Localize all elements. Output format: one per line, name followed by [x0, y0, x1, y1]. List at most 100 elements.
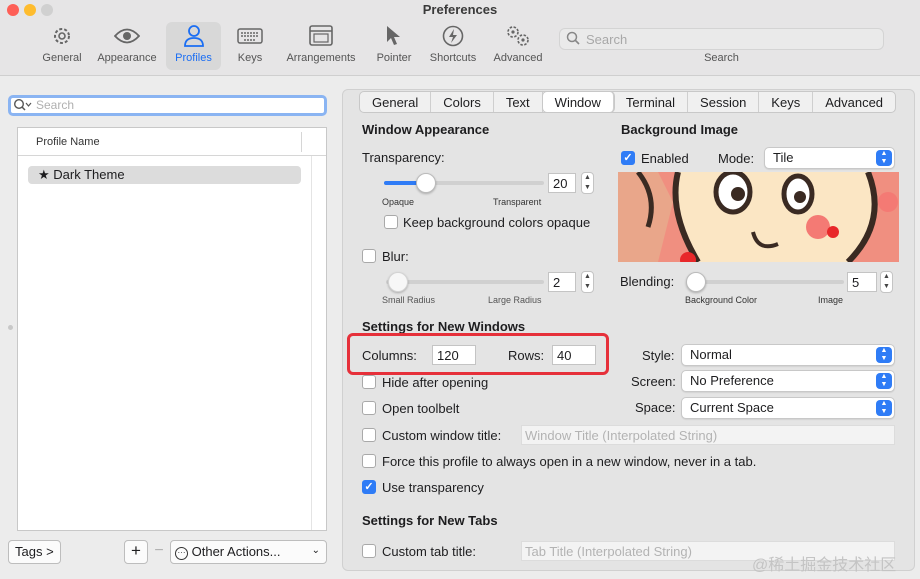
toolbar-shortcuts-label: Shortcuts [429, 52, 477, 64]
toolbar-advanced[interactable]: Advanced [490, 22, 546, 70]
toolbar-shortcuts[interactable]: Shortcuts [424, 22, 482, 70]
settings-tab-bar: General Colors Text Window Terminal Sess… [359, 91, 897, 113]
toolbar-keys[interactable]: Keys [230, 22, 270, 70]
other-actions-popup[interactable]: ··· Other Actions... ⌄ [170, 540, 327, 564]
profile-name-column-header[interactable]: Profile Name [18, 128, 326, 156]
window-appearance-title: Window Appearance [362, 122, 490, 137]
blending-slider-knob[interactable] [686, 272, 706, 292]
star-icon: ★ [38, 167, 50, 182]
profile-row-name: Dark Theme [53, 167, 125, 182]
transparency-stepper[interactable]: ▲ ▼ [581, 172, 594, 194]
blending-label: Blending: [620, 274, 675, 289]
style-label: Style: [642, 348, 675, 363]
bolt-icon [424, 22, 482, 50]
new-windows-title: Settings for New Windows [362, 319, 526, 334]
chevron-updown-icon: ▲ ▼ [876, 400, 892, 416]
toolbar-profiles[interactable]: Profiles [166, 22, 221, 70]
tab-terminal[interactable]: Terminal [614, 92, 689, 112]
blur-value-field[interactable]: 2 [548, 272, 576, 292]
image-label: Image [818, 295, 844, 305]
background-image-preview [618, 172, 899, 262]
screen-label: Screen: [631, 374, 676, 389]
profile-row[interactable]: ★ Dark Theme [28, 166, 301, 184]
add-profile-button[interactable]: + [124, 540, 148, 564]
blending-value-field[interactable]: 5 [847, 272, 877, 292]
profile-search-input[interactable]: Search [8, 95, 327, 116]
tab-keys[interactable]: Keys [759, 92, 814, 112]
style-popup[interactable]: Normal ▲ ▼ [681, 344, 895, 366]
chevron-down-icon: ⌄ [311, 545, 320, 556]
transparency-slider[interactable] [384, 181, 544, 185]
search-icon [566, 31, 580, 48]
person-icon [166, 22, 221, 50]
transparency-value-field[interactable]: 20 [548, 173, 576, 193]
blur-stepper[interactable]: ▲ ▼ [581, 271, 594, 293]
search-filter-icon [13, 98, 33, 115]
tab-colors[interactable]: Colors [431, 92, 494, 112]
tab-advanced[interactable]: Advanced [813, 92, 895, 112]
toolbar-arrangements[interactable]: Arrangements [280, 22, 362, 70]
blending-stepper[interactable]: ▲ ▼ [880, 271, 893, 293]
toolbar-profiles-label: Profiles [175, 52, 212, 64]
remove-profile-label: − [154, 542, 164, 559]
other-actions-label: Other Actions... [191, 544, 281, 559]
toolbar-search-placeholder: Search [586, 32, 628, 47]
chevron-updown-icon: ▲ ▼ [876, 373, 892, 389]
column-divider [301, 132, 302, 152]
profile-list: Profile Name ★ Dark Theme [17, 127, 327, 531]
tags-button[interactable]: Tags > [8, 540, 61, 564]
more-circle-icon: ··· [175, 547, 188, 560]
watermark-text: @稀土掘金技术社区 [752, 557, 897, 574]
window-icon [280, 22, 362, 50]
tab-text[interactable]: Text [494, 92, 543, 112]
tab-session[interactable]: Session [688, 92, 760, 112]
keep-bg-opaque-label: Keep background colors opaque [403, 215, 591, 230]
space-popup-value: Current Space [690, 400, 774, 415]
open-toolbelt-label: Open toolbelt [382, 401, 460, 416]
toolbar-appearance-label: Appearance [97, 52, 157, 64]
background-color-label: Background Color [685, 295, 758, 305]
toolbar-appearance[interactable]: Appearance [94, 22, 160, 70]
transparency-slider-knob[interactable] [416, 173, 436, 193]
open-toolbelt-checkbox[interactable] [362, 401, 376, 415]
add-profile-label: + [131, 541, 141, 560]
hide-after-opening-checkbox[interactable] [362, 375, 376, 389]
blur-slider-knob[interactable] [388, 272, 408, 292]
blending-slider[interactable] [688, 280, 844, 284]
use-transparency-label: Use transparency [382, 480, 484, 495]
enabled-label: Enabled [641, 151, 689, 166]
toolbar-pointer[interactable]: Pointer [372, 22, 416, 70]
remove-profile-button[interactable]: − [148, 540, 170, 564]
tab-general[interactable]: General [360, 92, 432, 112]
toolbar-pointer-label: Pointer [376, 52, 412, 64]
highlight-annotation-box [347, 333, 609, 375]
custom-tab-title-checkbox[interactable] [362, 544, 376, 558]
force-new-window-checkbox[interactable] [362, 454, 376, 468]
blur-checkbox[interactable] [362, 249, 376, 263]
custom-tab-title-label: Custom tab title: [382, 544, 476, 559]
custom-window-title-checkbox[interactable] [362, 428, 376, 442]
hide-after-opening-label: Hide after opening [382, 375, 489, 390]
use-transparency-checkbox[interactable]: ✓ [362, 480, 376, 494]
pointer-icon [372, 22, 416, 50]
gear-icon [38, 22, 86, 50]
screen-popup[interactable]: No Preference ▲ ▼ [681, 370, 895, 392]
toolbar-general[interactable]: General [38, 22, 86, 70]
tab-window[interactable]: Window [542, 92, 614, 112]
mode-popup[interactable]: Tile ▲ ▼ [764, 147, 895, 169]
enabled-checkbox[interactable]: ✓ [621, 151, 635, 165]
toolbar-search-input[interactable]: Search [559, 28, 884, 50]
chevron-updown-icon: ▲ ▼ [876, 150, 892, 166]
chevron-updown-icon: ▲ ▼ [876, 347, 892, 363]
list-divider [311, 156, 312, 530]
force-new-window-label: Force this profile to always open in a n… [382, 454, 757, 469]
gears-icon [490, 22, 546, 50]
small-radius-label: Small Radius [382, 295, 436, 305]
profile-name-header-label: Profile Name [36, 136, 100, 148]
space-popup[interactable]: Current Space ▲ ▼ [681, 397, 895, 419]
keep-bg-opaque-checkbox[interactable] [384, 215, 398, 229]
blur-slider[interactable] [386, 280, 544, 284]
custom-window-title-field[interactable]: Window Title (Interpolated String) [521, 425, 895, 445]
split-view-divider-handle[interactable] [8, 325, 13, 330]
tags-button-label: Tags > [15, 544, 54, 559]
